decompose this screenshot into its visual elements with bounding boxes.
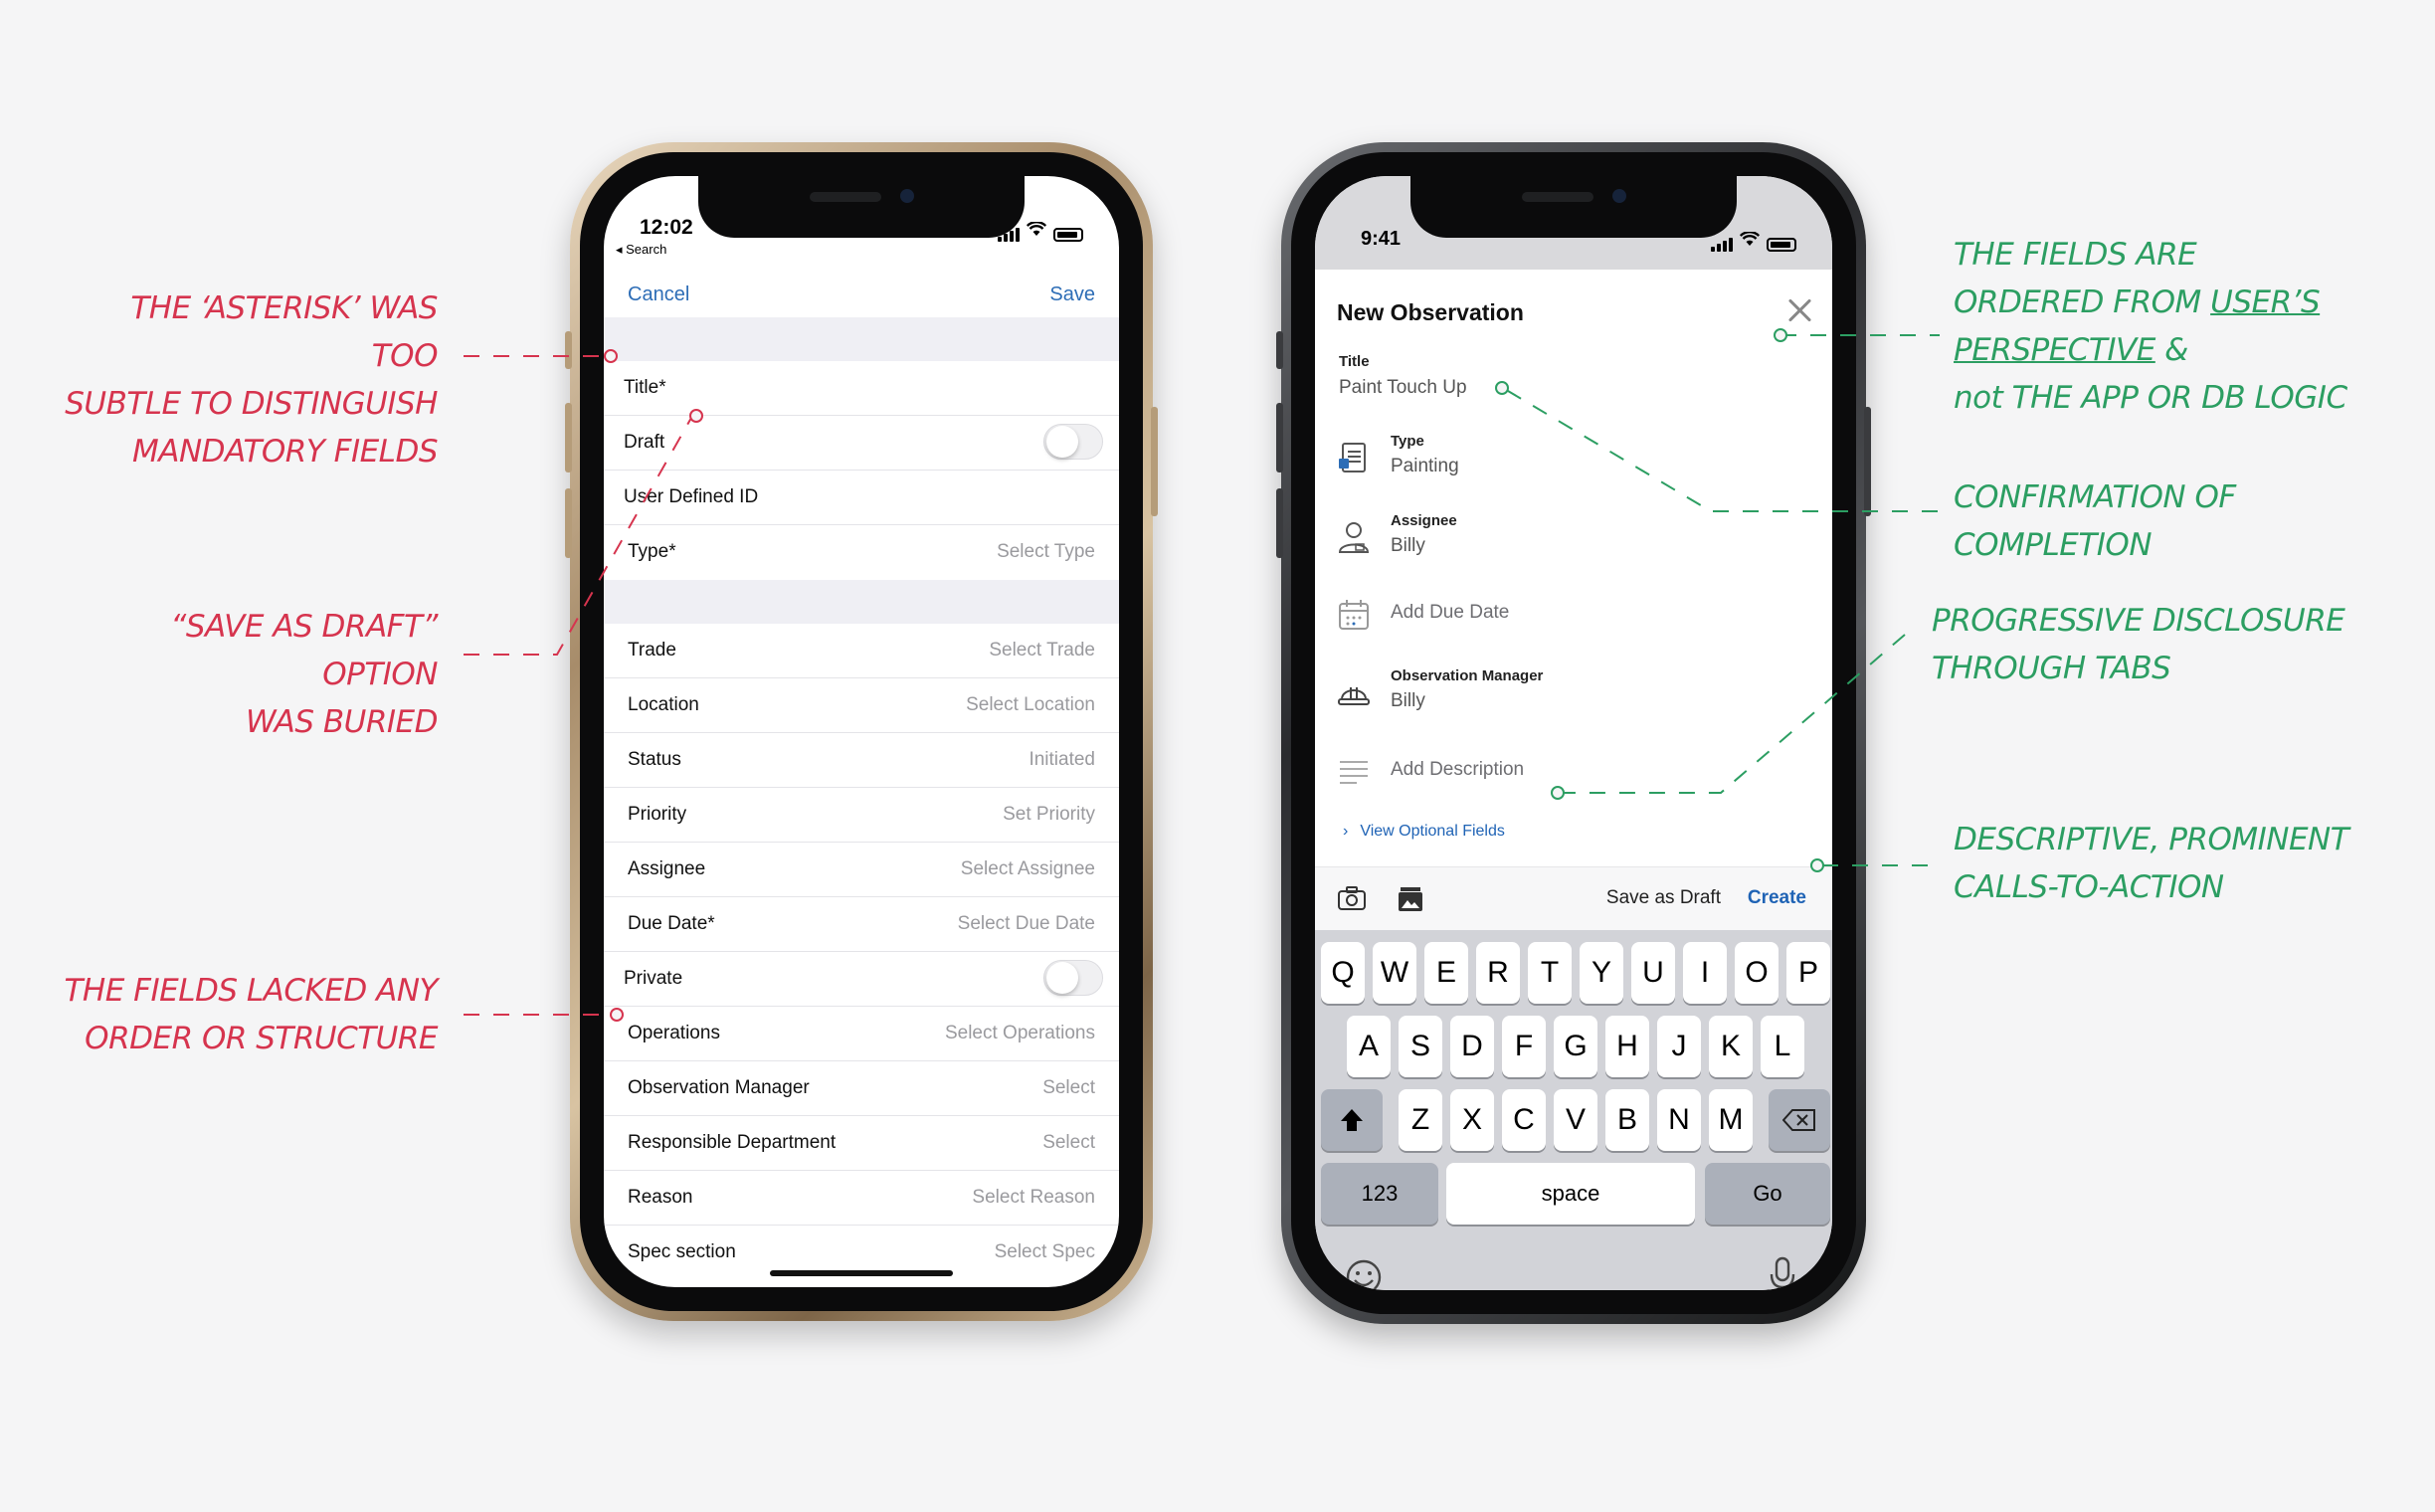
note-field-order: THE FIELDS LACKED ANY ORDER OR STRUCTURE	[64, 973, 438, 1056]
note-user-perspective: THE FIELDS ARE ORDERED FROM USER’S PERSP…	[1954, 237, 2347, 416]
note-asterisk: THE ‘ASTERISK’ WAS TOO SUBTLE TO DISTING…	[65, 290, 438, 470]
annotation-connectors	[464, 328, 1940, 1022]
comparison-canvas: 12:02 ◂ Search Cancel Save Title* Draft …	[0, 0, 2435, 1512]
note-calls-to-action: DESCRIPTIVE, PROMINENT CALLS-TO-ACTION	[1954, 822, 2349, 905]
note-confirmation: CONFIRMATION OF COMPLETION	[1954, 479, 2236, 563]
note-save-draft: “SAVE AS DRAFT” OPTION WAS BURIED	[170, 609, 438, 740]
note-progressive-disclosure: PROGRESSIVE DISCLOSURE THROUGH TABS	[1932, 603, 2345, 686]
